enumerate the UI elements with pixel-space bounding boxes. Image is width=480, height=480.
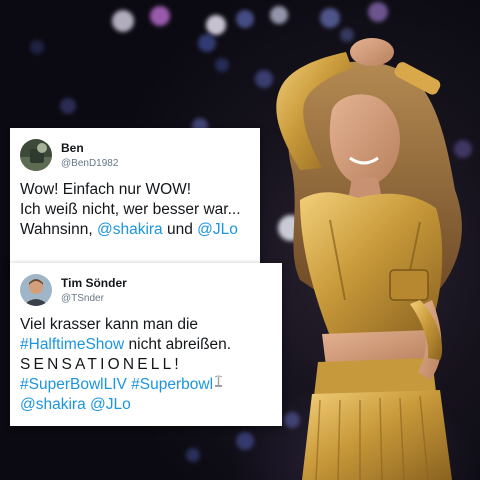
super-bowl-liv-logo-icon — [214, 375, 223, 387]
avatar-photo-icon — [20, 139, 52, 171]
tweet-text-segment: Wahnsinn, — [20, 221, 97, 238]
hashtag-link[interactable]: #SuperBowlLIV — [20, 376, 127, 393]
tweet-line: #HalftimeShow nicht abreißen. — [20, 335, 274, 355]
user-handle[interactable]: @TSnder — [61, 293, 127, 304]
hashtag-link[interactable]: #Superbowl — [131, 376, 213, 393]
tweet-line: Ich weiß nicht, wer besser war... — [20, 200, 252, 220]
tweet-line: SENSATIONELL! — [20, 355, 274, 375]
mention-link[interactable]: @JLo — [197, 221, 238, 238]
tweet-text-segment: Ich weiß nicht, wer besser war... — [20, 201, 241, 218]
avatar[interactable] — [20, 139, 52, 171]
hashtag-link[interactable]: #HalftimeShow — [20, 336, 124, 353]
tweet-header: Ben @BenD1982 — [20, 138, 118, 172]
mention-link[interactable]: @shakira — [97, 221, 163, 238]
tweet-line: @shakira @JLo — [20, 395, 274, 415]
display-name[interactable]: Ben — [61, 142, 118, 154]
tweet-text: Wow! Einfach nur WOW! Ich weiß nicht, we… — [20, 180, 252, 240]
tweet-line: Viel krasser kann man die — [20, 315, 274, 335]
tweet-text-segment: nicht abreißen. — [124, 336, 232, 353]
tweet-line: Wahnsinn, @shakira und @JLo — [20, 220, 252, 240]
mention-link[interactable]: @JLo — [90, 396, 131, 413]
tweet-text-segment: SENSATIONELL! — [20, 356, 182, 373]
avatar[interactable] — [20, 274, 52, 306]
mention-link[interactable]: @shakira — [20, 396, 86, 413]
tweet-card: Ben @BenD1982 Wow! Einfach nur WOW! Ich … — [10, 128, 260, 273]
tweet-text-segment: und — [162, 221, 198, 238]
display-name[interactable]: Tim Sönder — [61, 277, 127, 289]
avatar-photo-icon — [20, 274, 52, 306]
tweet-text-segment: Wow! Einfach nur WOW! — [20, 181, 192, 198]
tweet-line: Wow! Einfach nur WOW! — [20, 180, 252, 200]
tweet-line: #SuperBowlLIV #Superbowl — [20, 375, 274, 395]
tweet-header: Tim Sönder @TSnder — [20, 273, 127, 307]
tweet-text-segment: Viel krasser kann man die — [20, 316, 199, 333]
user-handle[interactable]: @BenD1982 — [61, 158, 118, 169]
tweet-card: Tim Sönder @TSnder Viel krasser kann man… — [10, 263, 282, 426]
tweet-text: Viel krasser kann man die #HalftimeShow … — [20, 315, 274, 415]
